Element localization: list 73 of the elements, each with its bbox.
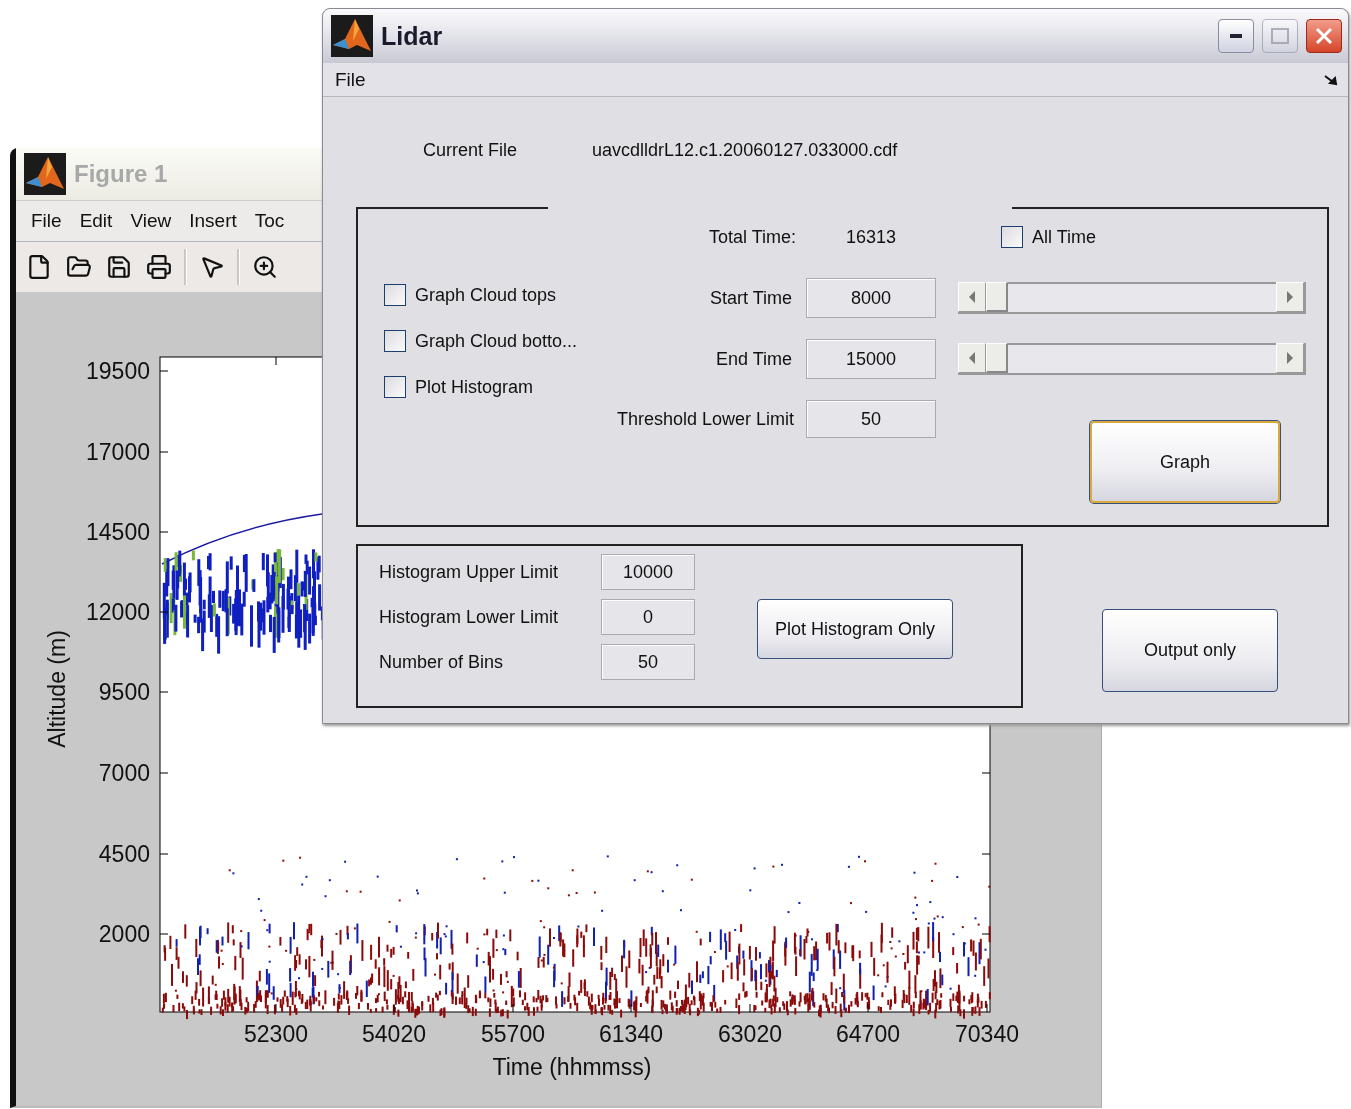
menu-item[interactable]: Toc — [245, 210, 294, 232]
y-tick-label: 12000 — [86, 599, 150, 625]
y-tick-label: 9500 — [98, 679, 150, 705]
x-tick-label: 70340 — [955, 1021, 1019, 1047]
y-tick-label: 14500 — [86, 519, 150, 545]
plot-histogram-button[interactable]: Plot Histogram Only — [757, 599, 953, 659]
slider[interactable] — [958, 343, 1306, 375]
checkbox[interactable] — [384, 330, 406, 352]
menu-item[interactable]: View — [121, 210, 181, 232]
checkbox[interactable] — [384, 376, 406, 398]
output-button[interactable]: Output only — [1102, 609, 1278, 692]
slider-thumb[interactable] — [986, 343, 1008, 373]
left-triangle-icon — [968, 291, 976, 303]
histogram-field-label: Histogram Upper Limit — [379, 561, 559, 583]
right-triangle-icon — [1286, 352, 1294, 364]
start-time-label: Start Time — [709, 287, 792, 309]
threshold-field[interactable]: 50 — [806, 400, 936, 438]
y-tick-label: 7000 — [98, 760, 150, 786]
option-checkbox[interactable]: Plot Histogram — [384, 375, 592, 399]
y-tick-label: 17000 — [86, 439, 150, 465]
x-tick-label: 61340 — [599, 1021, 663, 1047]
x-tick-label: 52300 — [244, 1021, 308, 1047]
histogram-field[interactable]: 0 — [601, 599, 695, 635]
start-time-field[interactable]: 8000 — [806, 278, 936, 318]
left-triangle-icon — [968, 352, 976, 364]
y-tick-label: 19500 — [86, 358, 150, 384]
end-time-field[interactable]: 15000 — [806, 339, 936, 379]
menu-item[interactable]: File — [22, 210, 71, 232]
menu-item[interactable]: File — [329, 68, 372, 91]
all-time-checkbox[interactable]: All Time — [1001, 225, 1096, 249]
y-tick-label: 4500 — [98, 841, 150, 867]
checkbox[interactable] — [384, 284, 406, 306]
peak-logo-icon — [331, 15, 373, 57]
y-axis-label: Altitude (m) — [44, 630, 70, 748]
x-tick-label: 64700 — [836, 1021, 900, 1047]
minimize-button[interactable] — [1218, 19, 1254, 53]
arrow-icon[interactable] — [1324, 73, 1338, 86]
left-arrow-button[interactable] — [958, 282, 986, 312]
minimize-icon — [1230, 34, 1242, 38]
total-time-label: Total Time: — [708, 226, 796, 248]
left-arrow-button[interactable] — [958, 343, 986, 373]
window-title: Lidar — [381, 21, 444, 51]
close-button[interactable] — [1306, 19, 1342, 53]
option-checkbox[interactable]: Graph Cloud botto... — [384, 329, 592, 353]
current-file-name: uavcdlldrL12.c1.20060127.033000.cdf — [592, 139, 898, 161]
menu-item[interactable]: Insert — [180, 210, 246, 232]
histogram-field[interactable]: 50 — [601, 644, 695, 680]
y-tick-label: 2000 — [98, 921, 150, 947]
peak-logo-icon — [24, 153, 66, 195]
right-arrow-button[interactable] — [1276, 282, 1304, 312]
current-file-label: Current File — [423, 139, 518, 161]
total-time-value: 16313 — [845, 226, 897, 248]
histogram-field[interactable]: 10000 — [601, 554, 695, 590]
x-tick-label: 63020 — [718, 1021, 782, 1047]
histogram-field-label: Number of Bins — [379, 651, 504, 673]
slider[interactable] — [958, 282, 1306, 314]
histogram-field-label: Histogram Lower Limit — [379, 606, 559, 628]
right-arrow-button[interactable] — [1276, 343, 1304, 373]
window-title: Figure 1 — [74, 160, 168, 188]
x-tick-label: 55700 — [481, 1021, 545, 1047]
x-axis-label: Time (hhmmss) — [492, 1054, 652, 1080]
right-triangle-icon — [1286, 291, 1294, 303]
close-icon — [1315, 27, 1333, 45]
threshold-label: Threshold Lower Limit — [616, 408, 794, 430]
menu-item[interactable]: Edit — [70, 210, 122, 232]
checkbox[interactable] — [1001, 226, 1023, 248]
x-tick-label: 54020 — [362, 1021, 426, 1047]
end-time-label: End Time — [715, 348, 792, 370]
option-checkbox[interactable]: Graph Cloud tops — [384, 283, 592, 307]
graph-button[interactable]: Graph — [1090, 421, 1280, 503]
maximize-icon — [1271, 28, 1289, 44]
printer-icon[interactable] — [144, 252, 174, 282]
slider-thumb[interactable] — [986, 282, 1008, 312]
